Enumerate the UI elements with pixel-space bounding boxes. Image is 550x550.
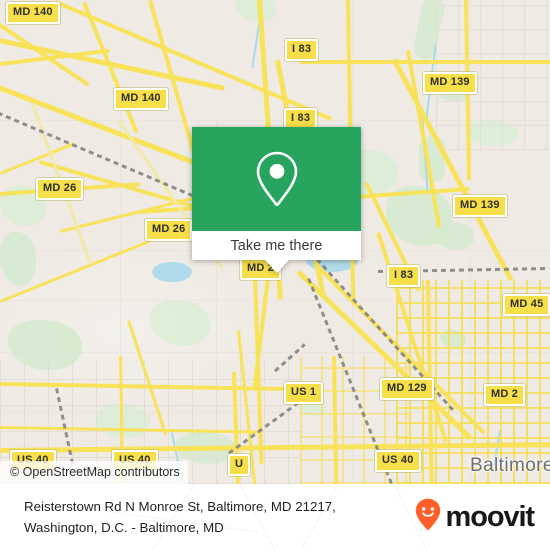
- moovit-logo[interactable]: moovit: [415, 498, 536, 536]
- city-label: Baltimore: [470, 455, 550, 476]
- highway-shield: MD 140: [114, 88, 168, 110]
- highway-shield: MD 26: [145, 219, 193, 241]
- popup-tail: [264, 260, 289, 273]
- location-popup-card[interactable]: Take me there: [192, 127, 361, 273]
- map-pin-icon: [254, 150, 300, 208]
- highway-shield: MD 129: [380, 378, 434, 400]
- highway-shield: I 83: [387, 265, 421, 287]
- moovit-wordmark: moovit: [445, 500, 536, 533]
- highway-shield: US 40: [375, 450, 421, 472]
- address-text: Reisterstown Rd N Monroe St, Baltimore, …: [24, 496, 414, 538]
- highway-shield: US 1: [284, 382, 324, 404]
- moovit-smiley-pin-icon: [415, 498, 441, 536]
- highway-shield: MD 45: [503, 294, 550, 316]
- highway-shield: MD 140: [6, 2, 60, 24]
- map-canvas[interactable]: Baltimore MD 140 I 83 MD 139 MD 140 I 83 MD 2…: [0, 0, 550, 484]
- highway-shield: I 83: [285, 39, 319, 61]
- highway: [300, 60, 550, 64]
- address-line-1: Reisterstown Rd N Monroe St, Baltimore, …: [24, 499, 336, 514]
- screenshot-root: Baltimore MD 140 I 83 MD 139 MD 140 I 83 MD 2…: [0, 0, 550, 550]
- highway-shield: MD 139: [423, 72, 477, 94]
- water-body: [152, 262, 192, 282]
- popup-header: [192, 127, 361, 231]
- highway-shield: MD 26: [36, 178, 84, 200]
- map-attribution: © OpenStreetMap contributors: [0, 461, 188, 484]
- footer-bar: Reisterstown Rd N Monroe St, Baltimore, …: [0, 484, 550, 550]
- address-line-2: Washington, D.C. - Baltimore, MD: [24, 520, 224, 535]
- highway-shield: U: [228, 454, 251, 476]
- highway-shield: MD 2: [484, 384, 526, 406]
- take-me-there-button[interactable]: Take me there: [192, 231, 361, 260]
- highway-shield: MD 139: [453, 195, 507, 217]
